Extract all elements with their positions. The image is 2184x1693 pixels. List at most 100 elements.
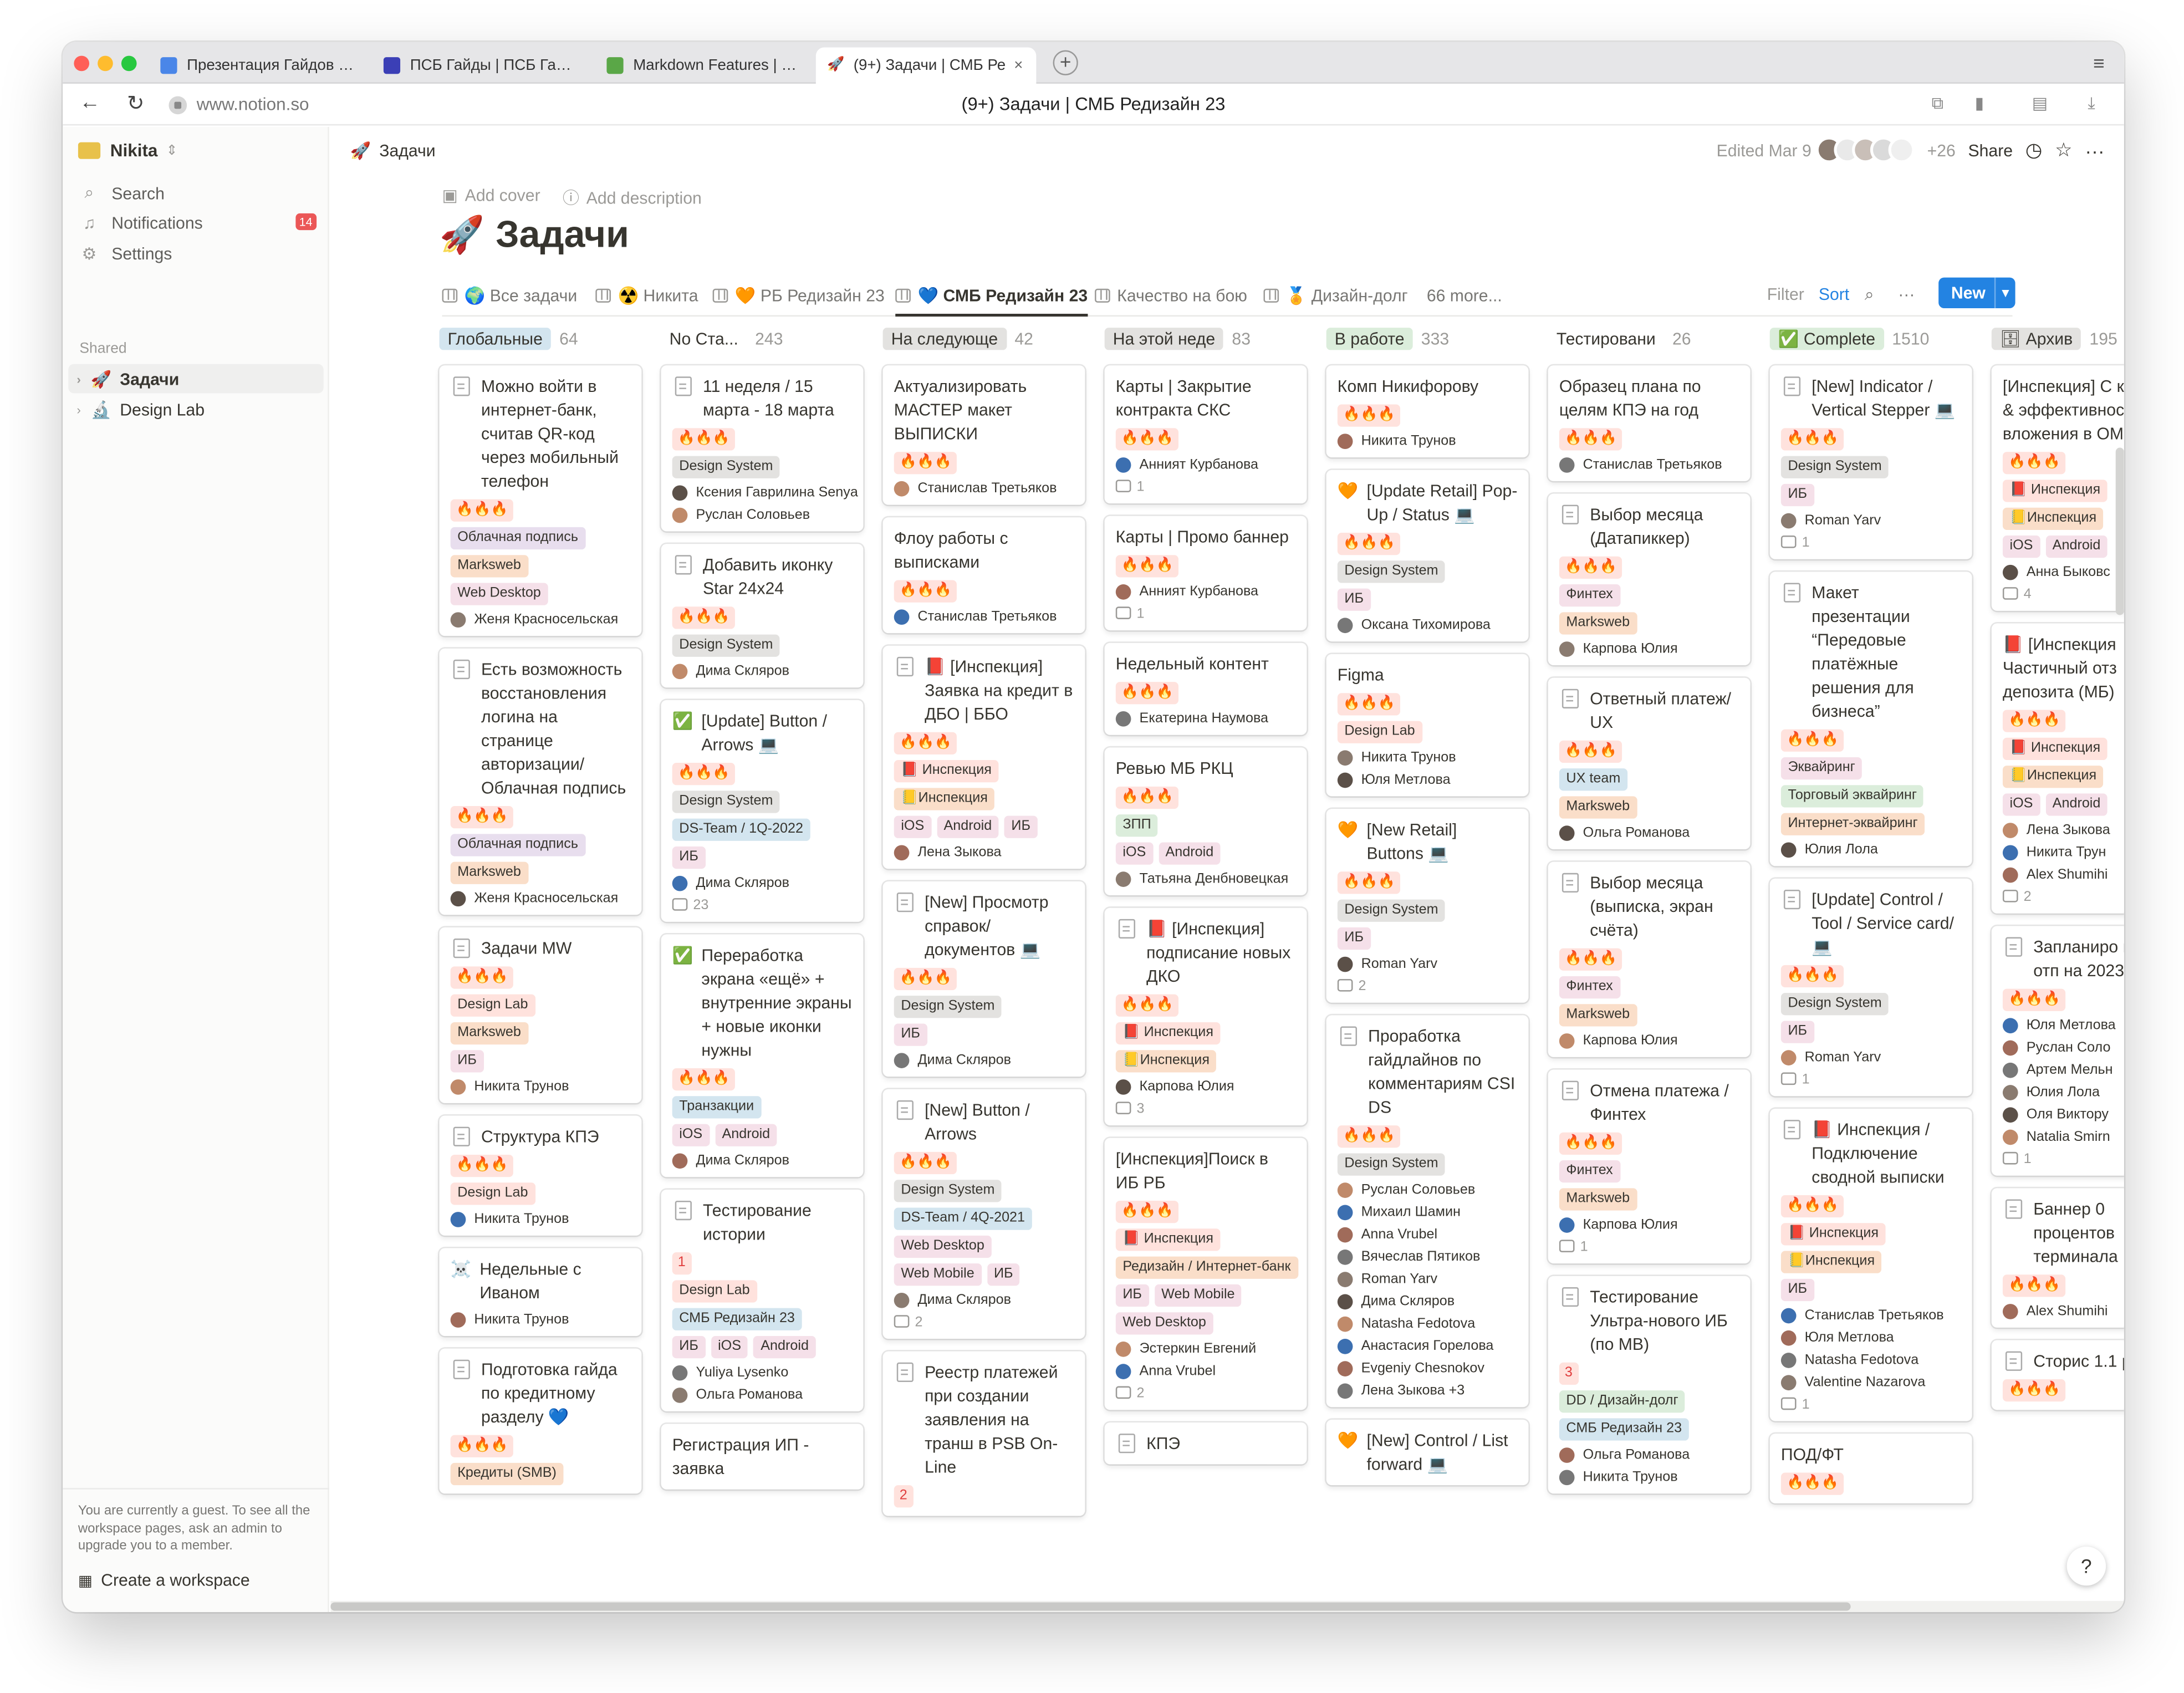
breadcrumb[interactable]: 🚀 Задачи (350, 141, 444, 160)
task-card[interactable]: Карты | Закрытие контракта СКС 🔥🔥🔥 Анният … (1104, 365, 1307, 504)
zoom-window-button[interactable] (121, 55, 137, 72)
vertical-scrollbar[interactable] (2115, 447, 2124, 615)
task-card[interactable]: Сторис 1.1 рел 🔥🔥🔥 (1991, 1340, 2124, 1410)
column-header[interactable]: На следующе 42 (882, 325, 1092, 353)
filter-button[interactable]: Filter (1767, 284, 1804, 304)
new-button[interactable]: New ▼ (1938, 277, 2015, 308)
sidebar-page-tasks[interactable]: › 🚀 Задачи (68, 364, 324, 394)
column-header[interactable]: No Ста... 243 (661, 325, 870, 353)
add-description-button[interactable]: ⓘ Add description (563, 186, 702, 210)
task-card[interactable]: [Update] Control / Tool / Service card/ … (1769, 878, 1972, 1097)
task-card[interactable]: Флоу работы с выписками 🔥🔥🔥 Станислав Трет… (882, 517, 1085, 634)
sidebar-item-notifications[interactable]: ♫ Notifications 14 (79, 213, 317, 233)
task-card[interactable]: Отмена платежа / Финтех 🔥🔥🔥 Финтех Marksweb… (1548, 1069, 1751, 1264)
sidebar-page-design-lab[interactable]: › 🔬 Design Lab (68, 395, 323, 424)
tab-nikita[interactable]: ☢️ Никита (595, 286, 698, 305)
task-card[interactable]: 🧡 [Update Retail] Pop-Up / Status 💻 🔥🔥🔥 Des… (1326, 470, 1529, 642)
task-card[interactable]: Figma 🔥🔥🔥 Design Lab Никита Трунов Юля Метло… (1326, 654, 1529, 797)
task-card[interactable]: Добавить иконку Star 24x24 🔥🔥🔥 Design Syst… (661, 544, 864, 688)
reader-icon[interactable]: ▤ (2032, 94, 2048, 113)
page-title-text[interactable]: Задачи (496, 213, 629, 257)
task-card[interactable]: Выбор месяца (выписка, экран счёта) 🔥🔥🔥 Фи… (1548, 861, 1751, 1057)
tab-rb-redesign[interactable]: 🧡 РБ Редизайн 23 (712, 286, 885, 305)
sidebar-item-search[interactable]: ⌕ Search (79, 183, 317, 204)
search-icon[interactable]: ⌕ (1865, 284, 1874, 305)
chevron-right-icon[interactable]: › (76, 402, 81, 416)
task-card[interactable]: [Инспекция] С курсов & эффективност влож… (1991, 365, 2124, 611)
task-card[interactable]: Проработка гайдлайнов по комментариям CS… (1326, 1015, 1529, 1408)
task-card[interactable]: [New] Просмотр справок/ документов 💻 🔥🔥🔥 D… (882, 881, 1085, 1077)
browser-tab-active[interactable]: 🚀 (9+) Задачи | СМБ Ре × (815, 47, 1037, 84)
task-card[interactable]: 📕 Инспекция / Подключение сводной выписк… (1769, 1108, 1972, 1421)
column-header[interactable]: Глобальные 64 (439, 325, 649, 353)
column-header[interactable]: На этой неде 83 (1104, 325, 1314, 353)
tab-list-icon[interactable]: ≡ (2093, 52, 2105, 74)
tab-all-tasks[interactable]: 🌍 Все задачи (442, 286, 577, 305)
task-card[interactable]: Комп Никифорову 🔥🔥🔥 Никита Трунов (1326, 365, 1529, 458)
copy-icon[interactable]: ⧉ (1932, 94, 1944, 115)
chevron-right-icon[interactable]: › (76, 371, 81, 385)
tab-quality[interactable]: Качество на бою (1095, 286, 1247, 305)
task-card[interactable]: Реестр платежей при создании заявления н… (882, 1351, 1085, 1516)
task-card[interactable]: Баннер 0 процентов терминала 🔥🔥🔥 Alex Shum… (1991, 1188, 2124, 1328)
task-card[interactable]: Можно войти в интернет-банк, считав QR-к… (439, 365, 642, 636)
minimize-window-button[interactable] (98, 55, 113, 72)
task-card[interactable]: Запланиро график отп на 2023 🔥🔥🔥 Юля Метло… (1991, 926, 2124, 1176)
more-icon[interactable]: ··· (1898, 284, 1915, 304)
task-card[interactable]: Подготовка гайда по кредитному разделу 💙… (439, 1348, 642, 1494)
browser-tab[interactable]: Презентация Гайдов - G (149, 48, 366, 84)
column-header[interactable]: В работе 333 (1326, 325, 1535, 353)
column-header[interactable]: ✅ Complete 1510 (1769, 325, 1979, 353)
task-card[interactable]: 📕 [Инспекция] Заявка на кредит в ДБО | Б… (882, 645, 1085, 869)
task-card[interactable]: Регистрация ИП - заявка (661, 1424, 864, 1490)
scrollbar-thumb[interactable] (330, 1602, 1851, 1611)
task-card[interactable]: 11 неделя / 15 марта - 18 марта 🔥🔥🔥 Design… (661, 365, 864, 532)
task-card[interactable]: [New] Indicator / Vertical Stepper 💻 🔥🔥🔥 D… (1769, 365, 1972, 559)
task-card[interactable]: Тестирование Ультра-нового ИБ (по МВ) 3 DD… (1548, 1276, 1751, 1494)
sidebar-item-settings[interactable]: ⚙ Settings (79, 244, 317, 263)
task-card[interactable]: ПОД/ФТ 🔥🔥🔥 (1769, 1434, 1972, 1503)
task-card[interactable]: Образец плана по целям КПЭ на год 🔥🔥🔥 Стан… (1548, 365, 1751, 481)
browser-tab[interactable]: ПСБ Гайды | ПСБ Гайды (372, 48, 590, 84)
tab-smb-redesign[interactable]: 💙 СМБ Редизайн 23 (895, 286, 1088, 317)
collaborator-avatars[interactable] (1815, 136, 1915, 164)
help-button[interactable]: ? (2066, 1546, 2106, 1586)
task-card[interactable]: Актуализировать МАСТЕР макет ВЫПИСКИ 🔥🔥🔥 С… (882, 365, 1085, 505)
column-header[interactable]: 🗄 Архив 195 (1991, 325, 2124, 353)
more-icon[interactable]: ··· (2085, 139, 2104, 161)
tab-design-debt[interactable]: 🏅 Дизайн-долг (1263, 286, 1408, 305)
task-card[interactable]: 📕 [Инспекция Частичный отз депозита (МБ)… (1991, 623, 2124, 914)
task-card[interactable]: КПЭ (1104, 1422, 1307, 1465)
task-card[interactable]: 🧡 [New Retail] Buttons 💻 🔥🔥🔥 Design System И… (1326, 809, 1529, 1003)
close-tab-icon[interactable]: × (1014, 57, 1023, 74)
task-card[interactable]: Ответный платеж/ UX 🔥🔥🔥 UX team Marksweb Оль… (1548, 677, 1751, 850)
task-card[interactable]: Структура КПЭ 🔥🔥🔥 Design Lab Никита Трунов (439, 1115, 642, 1236)
sort-button[interactable]: Sort (1819, 284, 1849, 304)
share-button[interactable]: Share (1968, 140, 2013, 160)
create-workspace-button[interactable]: ▦ Create a workspace (78, 1570, 250, 1590)
task-card[interactable]: Выбор месяца (Датапиккер) 🔥🔥🔥 Финтех Marksw… (1548, 493, 1751, 665)
task-card[interactable]: [Инспекция]Поиск в ИБ РБ 🔥🔥🔥 📕 Инспекция Ре… (1104, 1138, 1307, 1410)
add-cover-button[interactable]: ▣ Add cover (442, 186, 540, 210)
task-card[interactable]: Есть возможность восстановления логина н… (439, 648, 642, 915)
new-tab-button[interactable]: + (1053, 50, 1078, 75)
task-card[interactable]: Недельный контент 🔥🔥🔥 Екатерина Наумова (1104, 642, 1307, 735)
task-card[interactable]: ✅ [Update] Button / Arrows 💻 🔥🔥🔥 Design Sys… (661, 700, 864, 922)
more-views-button[interactable]: 66 more... (1427, 286, 1502, 305)
extra-users-count[interactable]: +26 (1927, 140, 1956, 160)
task-card[interactable]: Задачи MW 🔥🔥🔥 Design Lab Marksweb ИБ Никита Т… (439, 927, 642, 1103)
browser-tab[interactable]: Markdown Features | Doc (595, 48, 813, 84)
star-icon[interactable]: ☆ (2055, 138, 2073, 162)
chevron-down-icon[interactable]: ▼ (1994, 277, 2015, 308)
task-card[interactable]: 🧡 [New] Control / List forward 💻 (1326, 1419, 1529, 1486)
task-card[interactable]: ✅ Переработка экрана «ещё» + внутренние э… (661, 934, 864, 1177)
task-card[interactable]: Карты | Промо баннер 🔥🔥🔥 Анният Курбанова 1 (1104, 516, 1307, 631)
task-card[interactable]: [New] Button / Arrows 🔥🔥🔥 Design System DS-… (882, 1089, 1085, 1339)
horizontal-scrollbar[interactable] (330, 1600, 2124, 1613)
task-card[interactable]: Макет презентации “Передовые платёжные р… (1769, 572, 1972, 866)
bookmark-icon[interactable]: ▮ (1975, 94, 1984, 113)
close-window-button[interactable] (74, 55, 90, 72)
task-card[interactable]: 📕 [Инспекция] подписание новых ДКО 🔥🔥🔥 📕 И… (1104, 907, 1307, 1126)
task-card[interactable]: ☠️ Недельные с Иваном Никита Трунов (439, 1248, 642, 1336)
column-header[interactable]: Тестировани 26 (1548, 325, 1757, 353)
